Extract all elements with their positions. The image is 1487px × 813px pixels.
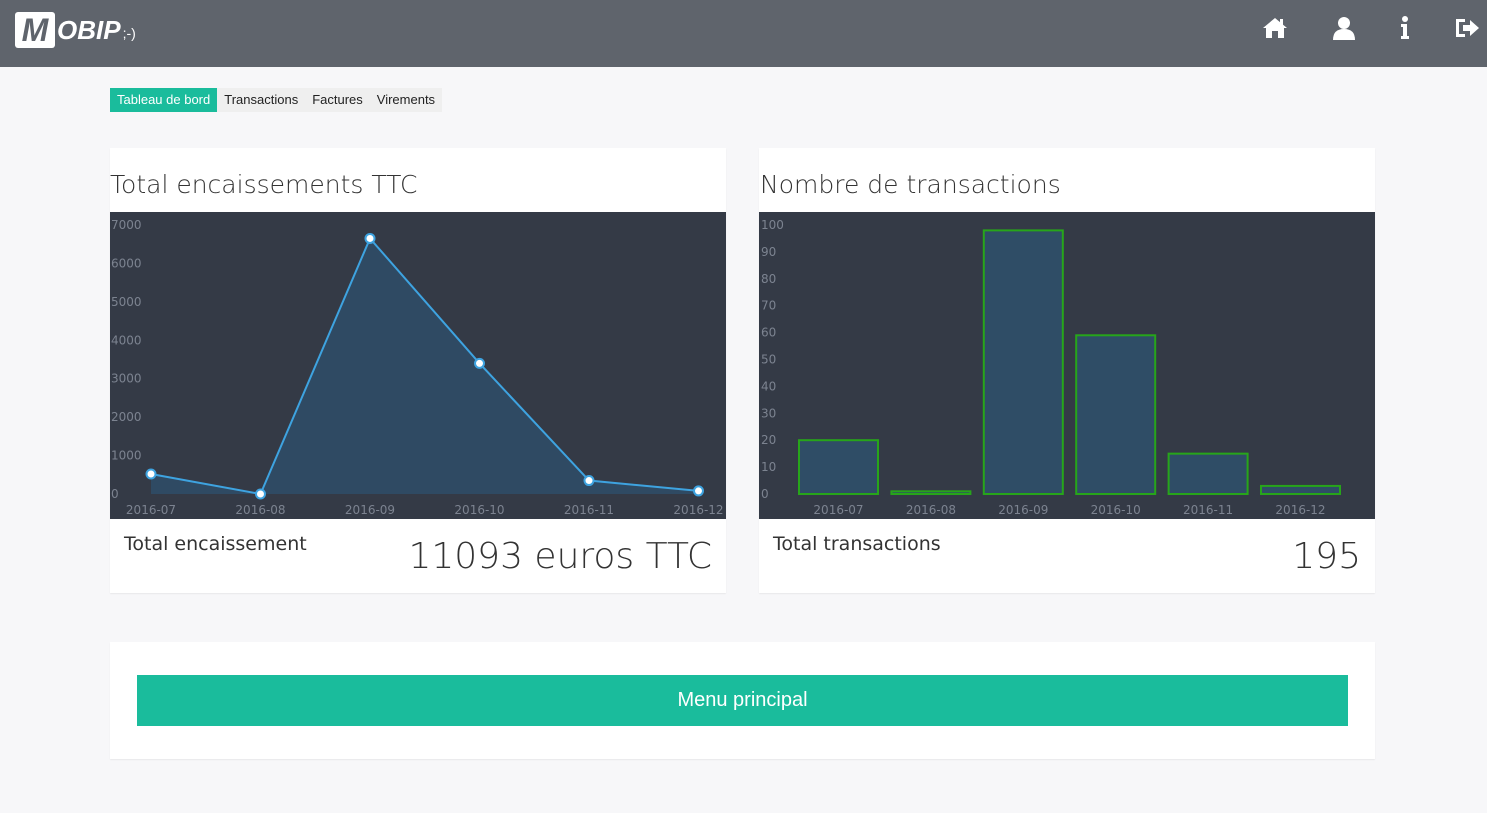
bar [798, 439, 879, 495]
y-tick-label: 50 [761, 353, 776, 367]
x-tick-label: 2016-09 [345, 503, 395, 517]
logo-letter: M [15, 12, 55, 48]
data-point [583, 475, 595, 487]
logo-smile: ;-) [122, 25, 136, 41]
bar [1260, 484, 1341, 495]
y-tick-label: 60 [761, 326, 776, 340]
revenue-card-title: Total encaissements TTC [110, 170, 418, 199]
bar [890, 490, 972, 495]
data-point [364, 232, 376, 244]
revenue-chart: 0 1000 2000 3000 4000 5000 6000 7000 2016-07 2016… [110, 212, 726, 519]
bar [982, 229, 1064, 495]
area-fill [151, 238, 699, 494]
y-tick-label: 80 [761, 272, 776, 286]
transactions-bar-chart: 0 10 20 30 40 50 60 70 80 90 100 2016-07 2016-08 2016… [761, 218, 1341, 517]
x-tick-label: 2016-07 [813, 503, 863, 517]
y-tick-label: 20 [761, 433, 776, 447]
x-tick-label: 2016-10 [454, 503, 504, 517]
user-icon[interactable] [1330, 14, 1358, 42]
x-tick-label: 2016-12 [673, 503, 723, 517]
mobip-logo[interactable]: M OBIP ;-) [15, 10, 136, 50]
y-tick-label: 0 [111, 487, 119, 501]
revenue-total-label: Total encaissement [124, 533, 307, 555]
transactions-total-value: 195 [1292, 536, 1361, 577]
y-tick-label: 0 [761, 487, 769, 501]
menu-principal-button[interactable]: Menu principal [137, 675, 1348, 726]
transactions-chart: 0 10 20 30 40 50 60 70 80 90 100 2016-07 2016-08 2016… [759, 212, 1375, 519]
data-point [145, 468, 157, 480]
revenue-card: Total encaissements TTC 0 1000 2000 3000 400… [110, 148, 726, 593]
x-tick-label: 2016-11 [564, 503, 614, 517]
x-tick-label: 2016-12 [1275, 503, 1325, 517]
transactions-card: Nombre de transactions 0 10 20 30 40 50 60 70 80… [759, 148, 1375, 593]
y-tick-label: 7000 [111, 218, 142, 232]
top-navbar: M OBIP ;-) [0, 0, 1487, 67]
y-tick-label: 2000 [111, 410, 142, 424]
data-point [693, 485, 704, 497]
tab-factures[interactable]: Factures [305, 88, 370, 112]
y-tick-label: 5000 [111, 295, 142, 309]
x-tick-label: 2016-10 [1091, 503, 1141, 517]
x-tick-label: 2016-09 [998, 503, 1048, 517]
tab-bar: Tableau de bord Transactions Factures Vi… [110, 88, 443, 112]
x-tick-label: 2016-07 [126, 503, 176, 517]
y-tick-label: 6000 [111, 256, 142, 270]
data-point [474, 357, 485, 369]
menu-card: Menu principal [110, 642, 1375, 759]
home-icon[interactable] [1261, 14, 1289, 42]
x-tick-label: 2016-08 [235, 503, 285, 517]
y-tick-label: 70 [761, 299, 776, 313]
y-tick-label: 90 [761, 245, 776, 259]
logo-text: OBIP [57, 14, 121, 45]
bar [1167, 452, 1249, 495]
y-tick-label: 1000 [111, 449, 142, 463]
y-tick-label: 30 [761, 406, 776, 420]
revenue-total-value: 11093 euros TTC [408, 536, 712, 577]
revenue-area-chart: 0 1000 2000 3000 4000 5000 6000 7000 2016-07 2016… [111, 218, 724, 517]
bar [1075, 334, 1157, 496]
tab-tableau-de-bord[interactable]: Tableau de bord [110, 88, 218, 112]
transactions-total-label: Total transactions [773, 533, 941, 555]
x-tick-label: 2016-08 [906, 503, 956, 517]
logout-icon[interactable] [1453, 14, 1481, 42]
y-tick-label: 4000 [111, 333, 142, 347]
y-tick-label: 40 [761, 379, 776, 393]
y-tick-label: 100 [761, 218, 784, 232]
tab-transactions[interactable]: Transactions [217, 88, 305, 112]
data-point [255, 488, 266, 500]
y-tick-label: 3000 [111, 372, 142, 386]
tab-virements[interactable]: Virements [370, 88, 442, 112]
y-tick-label: 10 [761, 460, 776, 474]
transactions-card-title: Nombre de transactions [760, 170, 1061, 199]
info-icon[interactable] [1391, 14, 1419, 42]
x-tick-label: 2016-11 [1183, 503, 1233, 517]
